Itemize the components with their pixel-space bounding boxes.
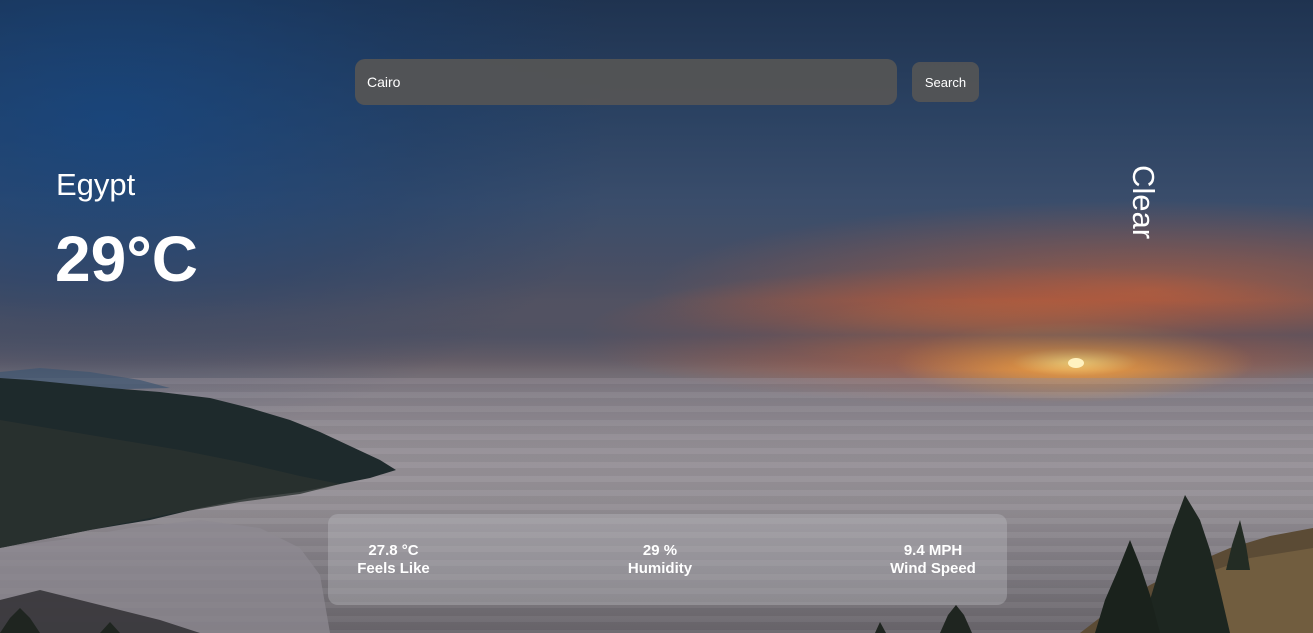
humidity-stat: 29 % Humidity	[620, 542, 700, 578]
feels-like-label: Feels Like	[357, 560, 430, 577]
location-name: Egypt	[56, 167, 136, 202]
wind-speed-stat: 9.4 MPH Wind Speed	[885, 542, 981, 578]
feels-like-value: 27.8 °C	[368, 542, 419, 559]
search-button[interactable]: Search	[912, 62, 979, 102]
weather-description: Clear	[1126, 165, 1161, 240]
feels-like-stat: 27.8 °C Feels Like	[354, 542, 433, 578]
wind-speed-label: Wind Speed	[890, 560, 976, 577]
humidity-value: 29 %	[642, 542, 678, 559]
current-temperature: 29°C	[55, 223, 198, 295]
weather-stats-panel: 27.8 °C Feels Like 29 % Humidity 9.4 MPH…	[328, 514, 1007, 605]
wind-speed-value: 9.4 MPH	[903, 542, 963, 559]
search-input[interactable]	[355, 59, 897, 105]
humidity-label: Humidity	[627, 560, 693, 577]
